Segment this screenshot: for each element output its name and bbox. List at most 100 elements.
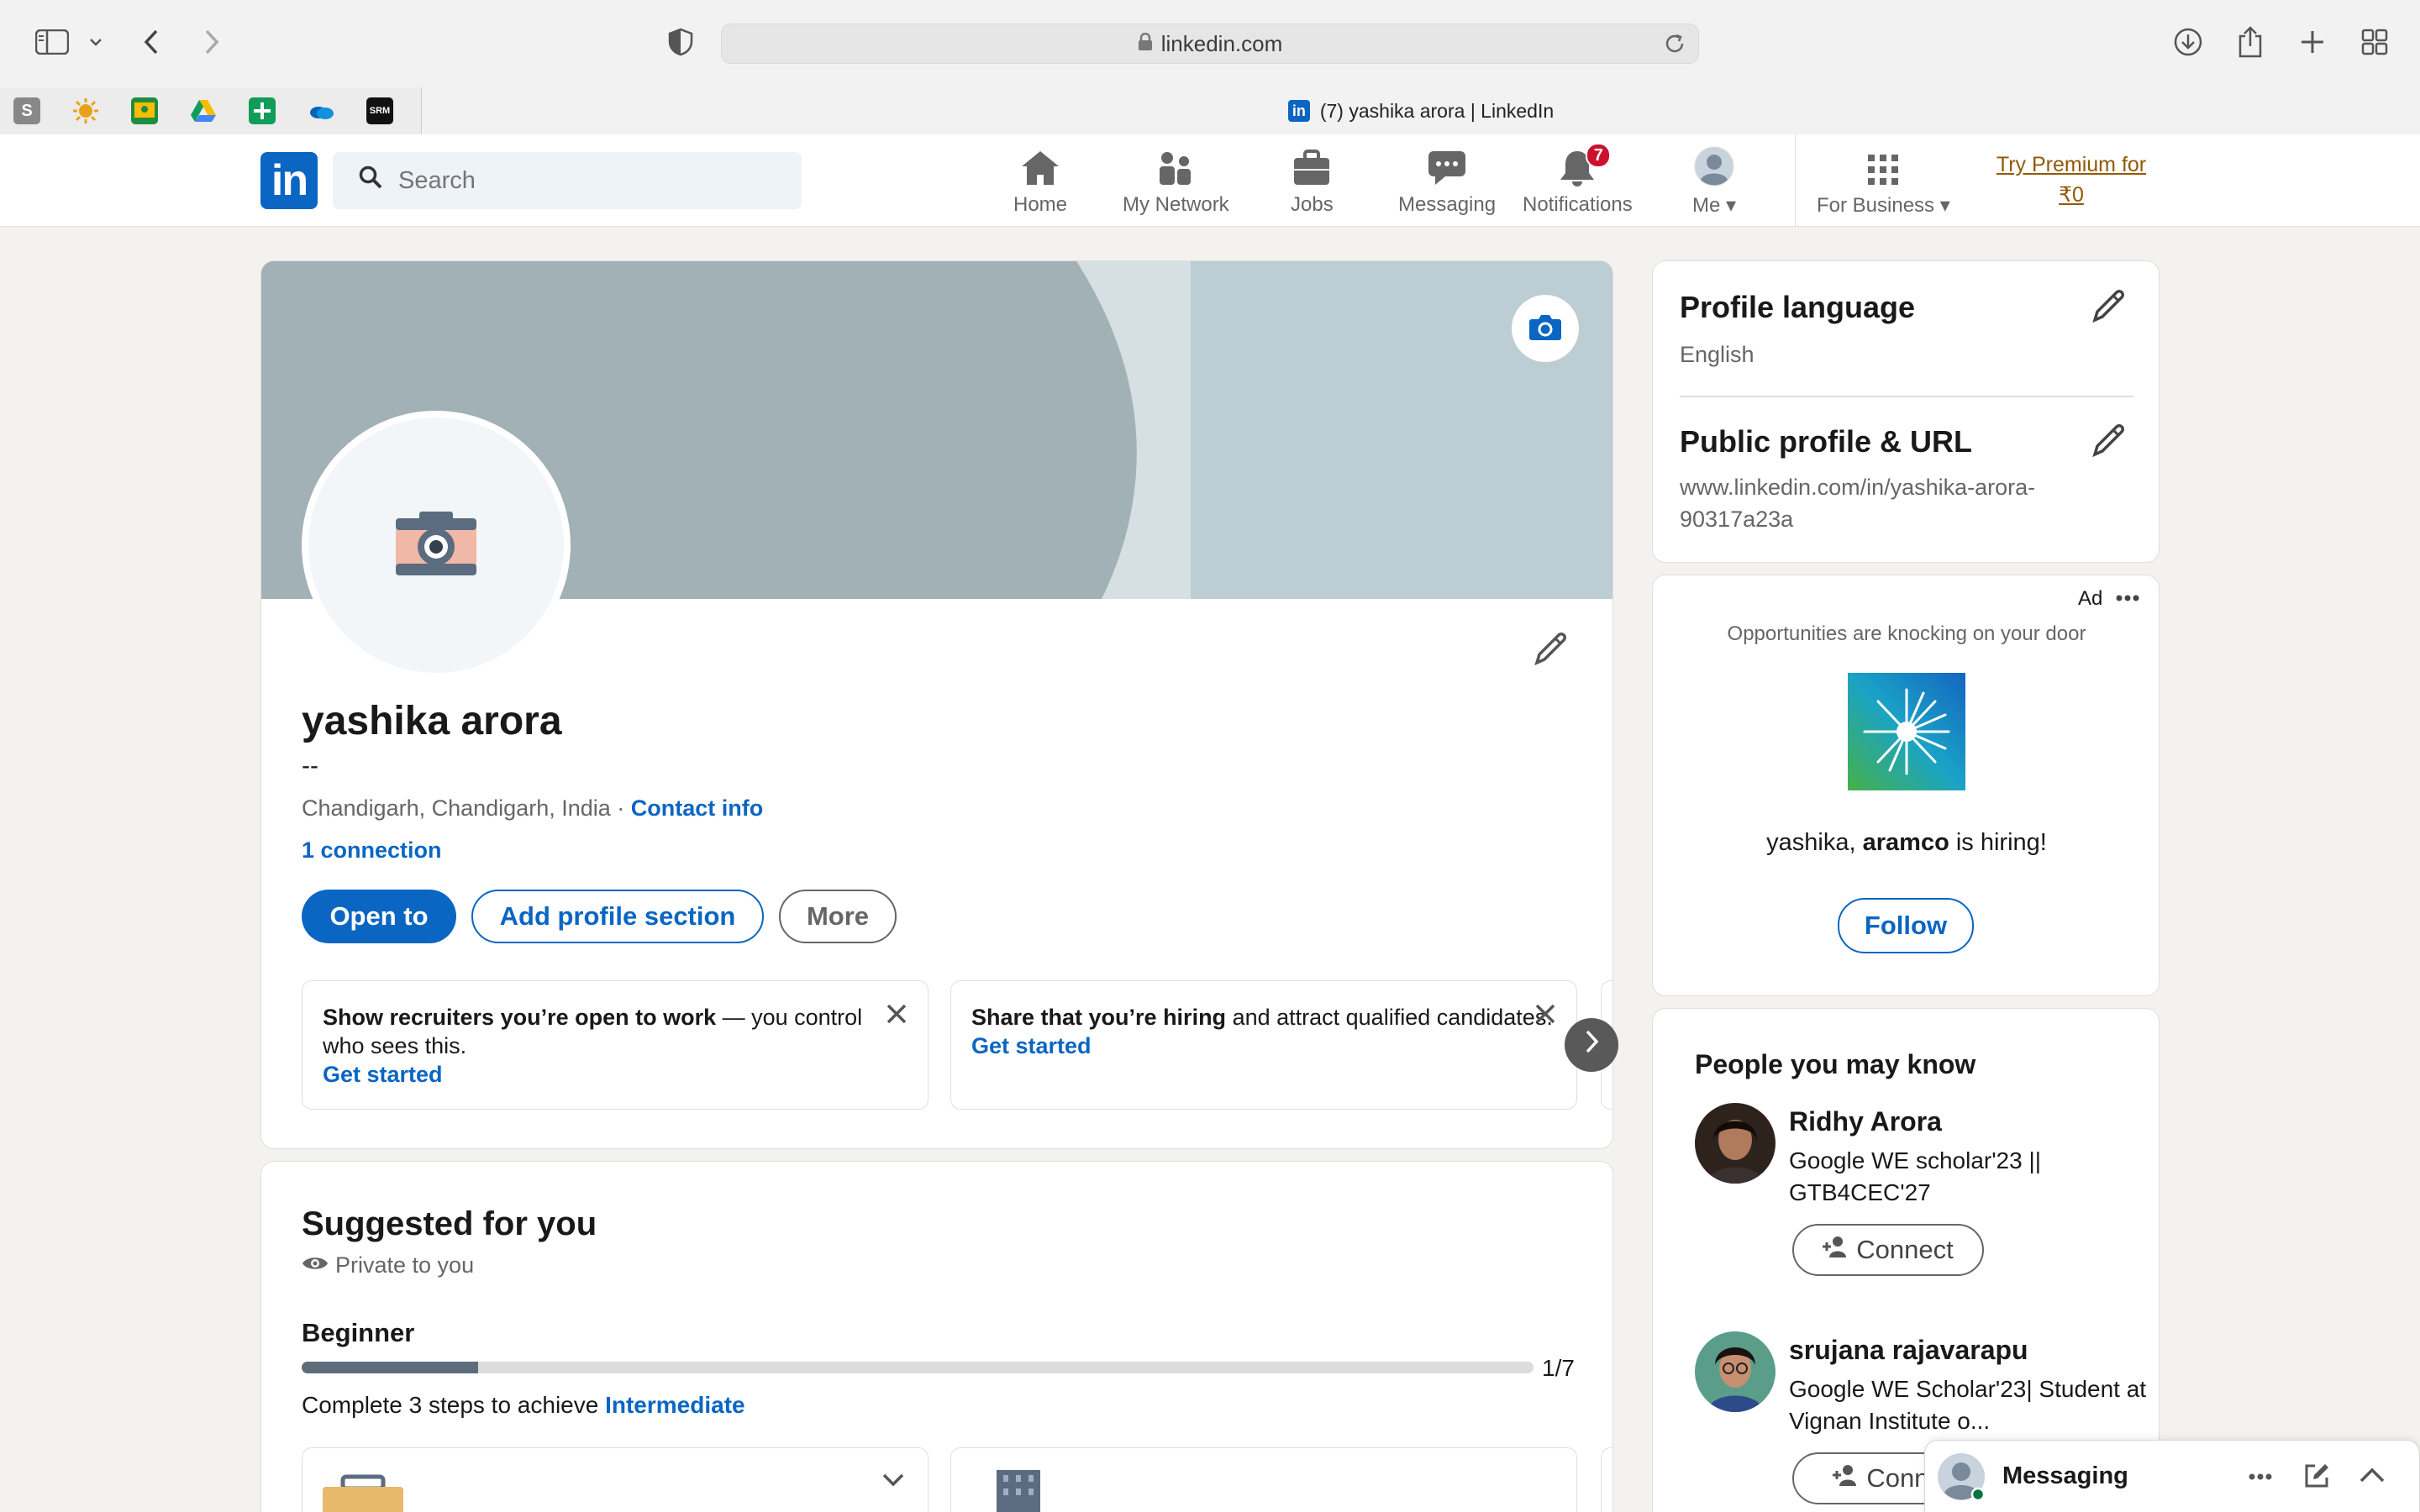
follow-button[interactable]: Follow xyxy=(1838,898,1974,953)
search-box[interactable] xyxy=(333,152,802,209)
ad-company: aramco xyxy=(1862,829,1949,856)
pymk-title: People you may know xyxy=(1695,1049,1976,1079)
public-profile-url-line2: 90317a23a xyxy=(1680,507,1794,532)
more-options-icon[interactable] xyxy=(2115,585,2140,615)
add-person-icon xyxy=(1823,1235,1848,1265)
chevron-down-icon[interactable] xyxy=(882,1473,904,1491)
suggestion-card-2 xyxy=(950,1447,1577,1512)
srm-icon[interactable]: SRM xyxy=(366,97,393,124)
close-icon[interactable] xyxy=(1534,1003,1556,1032)
public-profile-url: www.linkedin.com/in/yashika-arora- 90317… xyxy=(1680,471,2035,535)
person-name[interactable]: srujana rajavarapu xyxy=(1789,1335,2028,1366)
linkedin-logo[interactable]: in xyxy=(260,152,318,209)
browser-toolbar: linkedin.com xyxy=(0,0,2420,87)
nav-jobs[interactable]: Jobs xyxy=(1291,146,1334,217)
drive-icon[interactable] xyxy=(190,97,217,124)
ad-hiring-prefix: yashika, xyxy=(1766,829,1863,856)
carousel-next-button[interactable] xyxy=(1565,1018,1618,1072)
reload-icon[interactable] xyxy=(1663,32,1686,61)
linkedin-favicon: in xyxy=(1287,100,1310,122)
onedrive-icon[interactable] xyxy=(308,97,334,124)
private-label: Private to you xyxy=(335,1252,475,1278)
profile-location: Chandigarh, Chandigarh, India xyxy=(302,795,611,821)
bell-icon: 7 xyxy=(1557,143,1612,186)
messaging-overlay[interactable]: Messaging xyxy=(1924,1440,2420,1512)
location-separator: · xyxy=(610,795,631,821)
connect-button[interactable]: Connect xyxy=(1792,1224,1984,1276)
avatar[interactable] xyxy=(1695,1103,1776,1184)
edit-cover-button[interactable] xyxy=(1512,295,1579,362)
sheets-icon[interactable] xyxy=(249,97,276,124)
hiring-text: and attract qualified candidates. xyxy=(1226,1005,1553,1030)
back-icon[interactable] xyxy=(131,22,171,62)
contact-info-link[interactable]: Contact info xyxy=(631,795,763,821)
nav-for-business-label: For Business xyxy=(1817,194,1935,217)
nav-messaging[interactable]: Messaging xyxy=(1398,146,1496,217)
hiring-get-started[interactable]: Get started xyxy=(971,1032,1556,1060)
classroom-icon[interactable] xyxy=(131,97,158,124)
forward-icon[interactable] xyxy=(192,22,232,62)
level-progress-fill xyxy=(302,1362,478,1373)
nav-my-network[interactable]: My Network xyxy=(1123,146,1229,217)
ad-tagline: Opportunities are knocking on your door xyxy=(1727,622,2086,645)
avatar[interactable] xyxy=(1695,1331,1776,1412)
downloads-icon[interactable] xyxy=(2168,22,2208,62)
open-to-button[interactable]: Open to xyxy=(302,890,456,943)
edit-language-button[interactable] xyxy=(2090,288,2127,329)
tab-linkedin[interactable]: in (7) yashika arora | LinkedIn xyxy=(422,87,2420,134)
suggested-title: Suggested for you xyxy=(302,1205,597,1242)
nav-for-business[interactable]: For Business ▾ xyxy=(1817,146,1950,218)
tab-title: (7) yashika arora | LinkedIn xyxy=(1319,99,1555,122)
nav-home[interactable]: Home xyxy=(1013,146,1067,217)
chevron-down-icon[interactable] xyxy=(77,22,114,62)
nav-me[interactable]: Me ▾ xyxy=(1692,146,1736,218)
hiring-bold: Share that you’re hiring xyxy=(971,1005,1227,1030)
level-progress-bar xyxy=(302,1362,1534,1373)
nav-notifications[interactable]: 7 Notifications xyxy=(1523,143,1633,217)
nav-jobs-label: Jobs xyxy=(1291,193,1334,216)
open-to-work-card: Show recruiters you’re open to work — yo… xyxy=(302,980,929,1110)
tab-bar: S SRM in (7) yashika arora | LinkedIn xyxy=(0,87,2420,134)
sidebar-toggle-icon[interactable] xyxy=(32,22,72,62)
person-name[interactable]: Ridhy Arora xyxy=(1789,1106,1942,1137)
camera-icon xyxy=(394,510,478,581)
close-icon[interactable] xyxy=(886,1003,908,1032)
address-bar[interactable]: linkedin.com xyxy=(721,24,1699,64)
pencil-icon xyxy=(2090,424,2127,463)
public-profile-title: Public profile & URL xyxy=(1680,424,1973,459)
add-profile-section-button[interactable]: Add profile section xyxy=(471,890,764,943)
more-options-icon[interactable] xyxy=(2248,1464,2273,1494)
chevron-up-icon[interactable] xyxy=(2359,1466,2386,1488)
more-button[interactable]: More xyxy=(779,890,897,943)
edit-intro-button[interactable] xyxy=(1532,631,1569,672)
s-app-icon[interactable]: S xyxy=(13,97,40,124)
person-headline: Google WE Scholar'23| Student at Vignan … xyxy=(1789,1376,2147,1434)
intermediate-link[interactable]: Intermediate xyxy=(605,1392,745,1418)
nav-messaging-label: Messaging xyxy=(1398,193,1497,216)
search-input[interactable] xyxy=(398,166,785,195)
building-icon xyxy=(993,1468,1044,1512)
caret-down-icon: ▾ xyxy=(1939,194,1950,217)
premium-line-1: Try Premium for xyxy=(1996,153,2147,176)
sun-app-icon[interactable] xyxy=(72,97,99,124)
messaging-label: Messaging xyxy=(2002,1462,2128,1489)
compose-icon[interactable] xyxy=(2303,1462,2330,1494)
new-tab-icon[interactable] xyxy=(2292,22,2333,62)
edit-url-button[interactable] xyxy=(2090,423,2127,464)
lock-icon xyxy=(1138,31,1153,57)
privacy-shield-icon[interactable] xyxy=(660,22,701,62)
aramco-logo[interactable] xyxy=(1848,673,1965,790)
caret-down-icon: ▾ xyxy=(1726,194,1737,217)
tab-overview-icon[interactable] xyxy=(2354,22,2395,62)
try-premium-link[interactable]: Try Premium for ₹0 xyxy=(1983,150,2160,210)
open-to-work-get-started[interactable]: Get started xyxy=(323,1060,908,1089)
connections-link[interactable]: 1 connection xyxy=(302,837,442,864)
next-suggestion-peek xyxy=(1601,1447,1612,1512)
profile-photo[interactable] xyxy=(302,411,571,680)
progress-count: 1/7 xyxy=(1542,1355,1575,1381)
search-icon xyxy=(358,165,383,197)
pencil-icon xyxy=(2090,290,2127,328)
share-icon[interactable] xyxy=(2230,22,2270,62)
camera-icon xyxy=(1528,312,1562,345)
private-row: Private to you xyxy=(302,1252,474,1278)
